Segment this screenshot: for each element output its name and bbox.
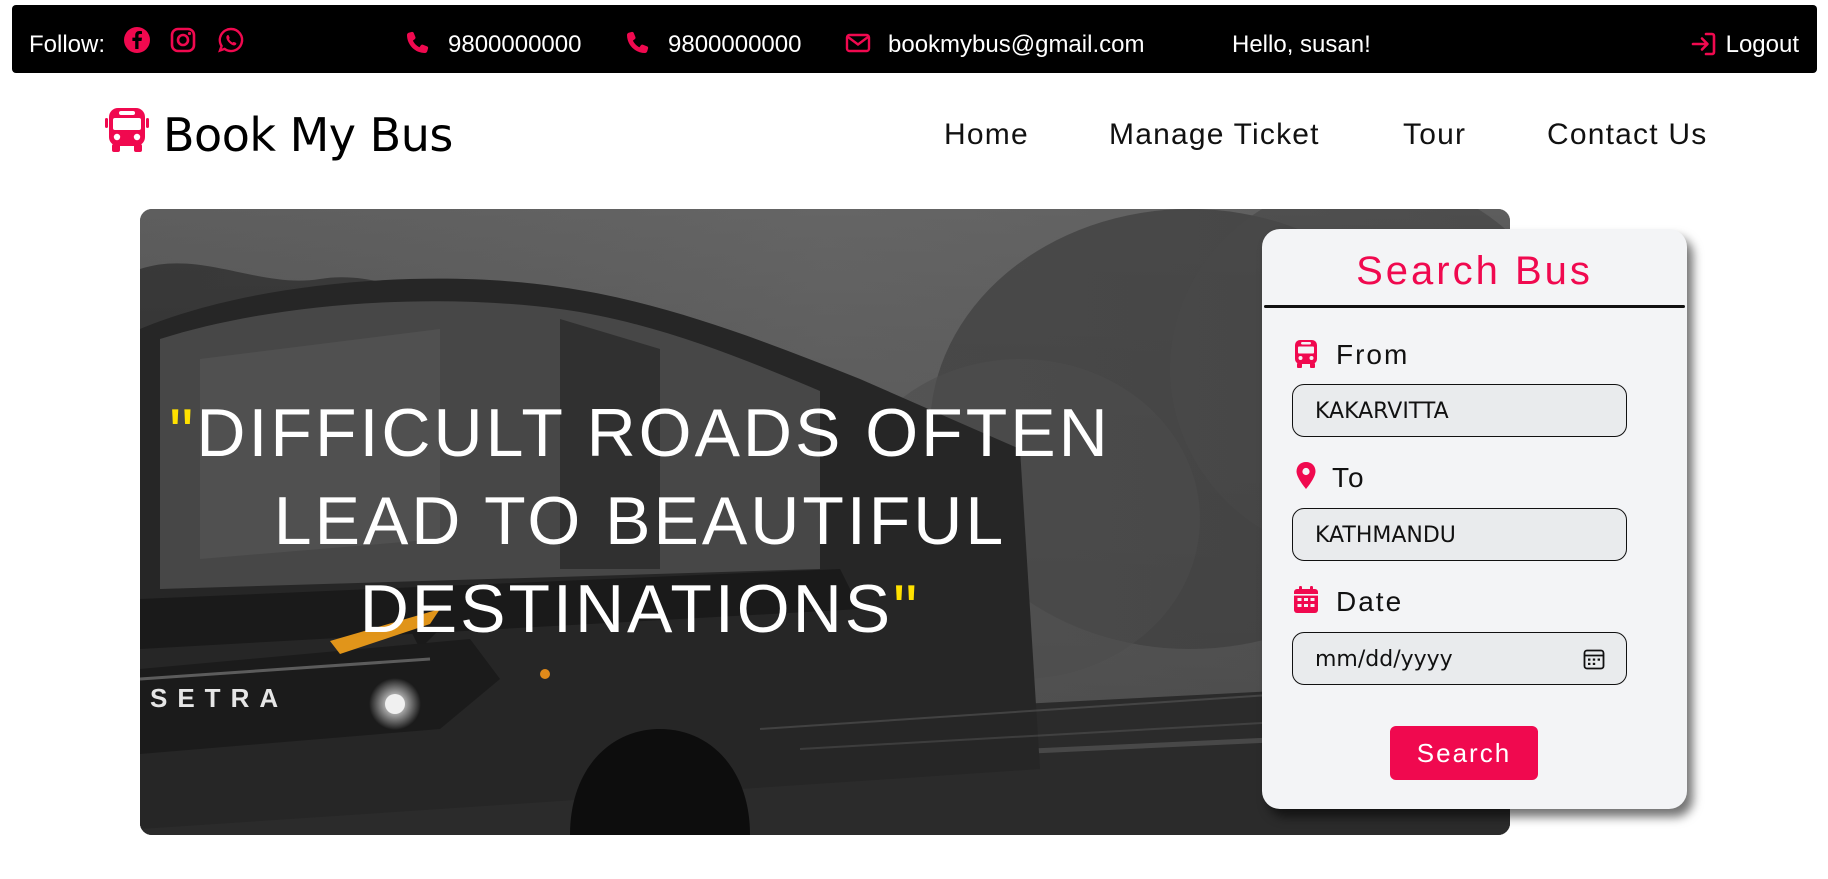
search-button[interactable]: Search	[1390, 726, 1538, 780]
logout-button[interactable]: Logout	[1726, 31, 1799, 59]
logout-icon[interactable]	[1690, 30, 1718, 58]
to-input[interactable]: KATHMANDU	[1292, 508, 1627, 561]
bus-icon	[105, 108, 149, 152]
map-pin-icon	[1296, 462, 1316, 489]
phone-number-2[interactable]: 9800000000	[668, 31, 801, 59]
date-placeholder: mm/dd/yyyy	[1315, 647, 1453, 672]
envelope-icon	[845, 33, 871, 53]
hero-quote-line-1: DIFFICULT ROADS OFTEN	[196, 395, 1111, 471]
nav-tour[interactable]: Tour	[1403, 118, 1466, 152]
facebook-icon[interactable]	[122, 25, 152, 55]
hero-quote-line-2: LEAD TO BEAUTIFUL	[273, 483, 1007, 559]
greeting: Hello, susan!	[1232, 31, 1371, 58]
from-input[interactable]: KAKARVITTA	[1292, 384, 1627, 437]
nav-manage-ticket[interactable]: Manage Ticket	[1109, 118, 1320, 152]
search-bus-title: Search Bus	[1356, 249, 1593, 293]
bus-brand-lettering: SETRA	[150, 683, 288, 713]
brand-name: Book My Bus	[163, 108, 453, 162]
bus-icon	[1295, 340, 1317, 368]
open-quote-mark: "	[169, 395, 197, 471]
from-label: From	[1336, 339, 1410, 370]
whatsapp-icon[interactable]	[216, 25, 246, 55]
nav-home[interactable]: Home	[944, 118, 1029, 152]
close-quote-mark: "	[893, 571, 921, 647]
instagram-icon[interactable]	[168, 25, 198, 55]
date-label: Date	[1336, 586, 1404, 617]
date-input[interactable]: mm/dd/yyyy	[1292, 632, 1627, 685]
phone-icon	[627, 31, 649, 53]
follow-label: Follow:	[29, 31, 106, 58]
search-bus-card: Search Bus From KAKARVITTA To KATHMANDU …	[1262, 229, 1687, 809]
to-label: To	[1332, 462, 1366, 493]
hero-quote: "DIFFICULT ROADS OFTEN LEAD TO BEAUTIFUL…	[160, 389, 1120, 653]
phone-icon	[407, 31, 429, 53]
phone-number-1[interactable]: 9800000000	[448, 31, 581, 59]
hero-quote-line-3: DESTINATIONS	[359, 571, 894, 647]
calendar-picker-icon[interactable]	[1582, 647, 1606, 671]
nav-contact-us[interactable]: Contact Us	[1547, 118, 1707, 152]
card-divider	[1264, 305, 1685, 308]
calendar-icon	[1294, 586, 1318, 613]
email-link[interactable]: bookmybus@gmail.com	[888, 31, 1144, 59]
top-bar: Follow: 9800000000 9800000000 bookmybus@…	[12, 5, 1817, 73]
